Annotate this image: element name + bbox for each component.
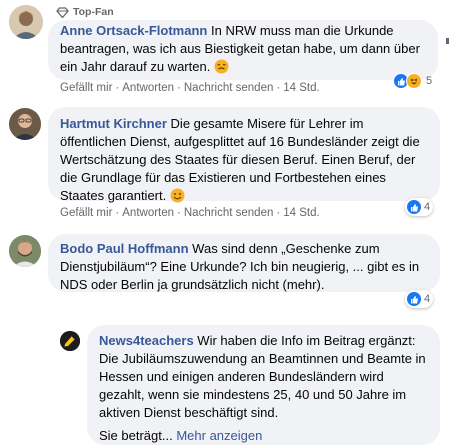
- like-link[interactable]: Gefällt mir: [60, 82, 112, 94]
- badge-label: Top-Fan: [73, 6, 114, 18]
- reply-link[interactable]: Antworten: [122, 207, 174, 219]
- comment-bubble: Anne Ortsack-Flotmann In NRW muss man di…: [48, 20, 438, 80]
- reaction-summary[interactable]: 4: [405, 290, 434, 308]
- like-link[interactable]: Gefällt mir: [60, 207, 112, 219]
- avatar[interactable]: [9, 235, 41, 267]
- comment-author[interactable]: Anne Ortsack-Flotmann: [60, 23, 207, 38]
- timestamp[interactable]: 14 Std.: [283, 82, 319, 94]
- avatar[interactable]: [60, 331, 80, 351]
- send-message-link[interactable]: Nachricht senden: [184, 207, 274, 219]
- comment-bubble: Hartmut Kirchner Die gesamte Misere für …: [48, 107, 440, 203]
- like-icon: [406, 199, 422, 215]
- reaction-count: 5: [426, 75, 433, 87]
- reaction-summary[interactable]: 5: [391, 71, 436, 91]
- top-fan-badge: Top-Fan: [56, 6, 114, 18]
- diamond-icon: [56, 6, 69, 18]
- smile-emoji-icon: [170, 188, 185, 203]
- comment-actions: Gefällt mir · Antworten · Nachricht senden · 1…: [60, 82, 320, 94]
- reply-bubble: News4teachers Wir haben die Info im Beit…: [87, 325, 440, 445]
- comment-author[interactable]: Bodo Paul Hoffmann: [60, 241, 189, 256]
- reply-author[interactable]: News4teachers: [99, 333, 194, 348]
- reply-link[interactable]: Antworten: [122, 82, 174, 94]
- comment-actions: Gefällt mir · Antworten · Nachricht senden · 1…: [60, 207, 320, 219]
- avatar[interactable]: [9, 5, 43, 39]
- timestamp[interactable]: 14 Std.: [283, 207, 319, 219]
- comment-bubble: Bodo Paul Hoffmann Was sind denn „Gesche…: [48, 234, 440, 292]
- like-icon: [406, 291, 422, 307]
- face-emoji-icon: [214, 59, 229, 74]
- haha-icon: [406, 73, 422, 89]
- comment-author[interactable]: Hartmut Kirchner: [60, 116, 167, 131]
- reaction-count: 4: [424, 293, 431, 305]
- reaction-count: 4: [424, 201, 431, 213]
- reaction-summary[interactable]: 4: [405, 198, 434, 216]
- send-message-link[interactable]: Nachricht senden: [184, 82, 274, 94]
- avatar[interactable]: [9, 108, 41, 140]
